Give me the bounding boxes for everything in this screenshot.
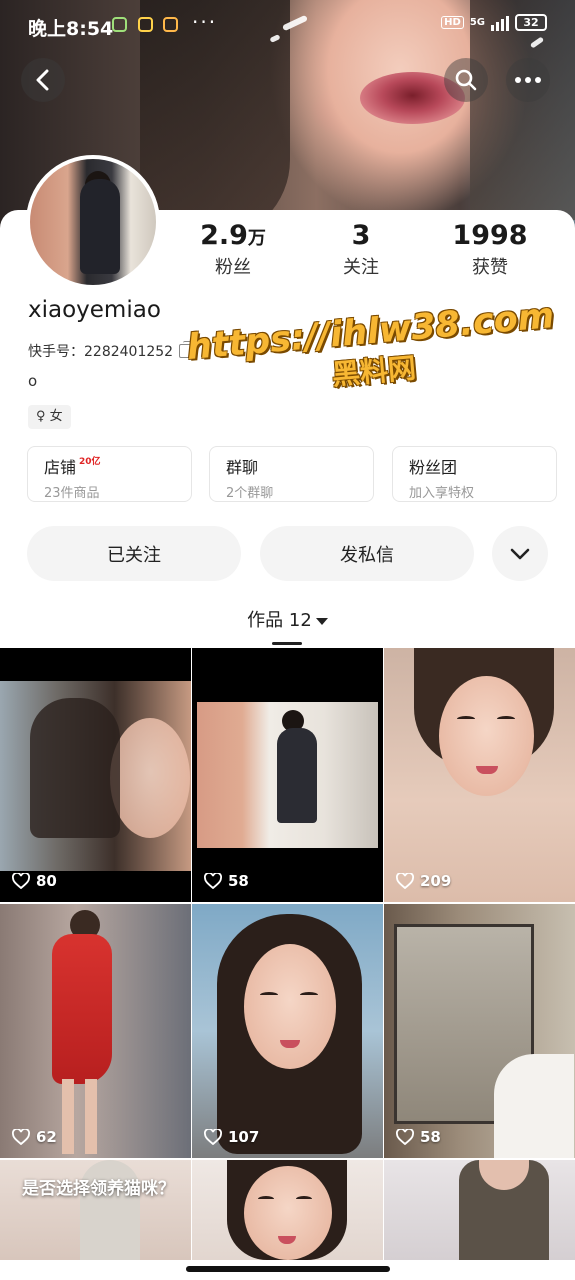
video-tile[interactable]: 58	[192, 648, 383, 902]
tile-likes: 107	[204, 1128, 259, 1146]
fan-club-entry[interactable]: 粉丝团 加入享特权	[392, 446, 557, 502]
more-notifications-icon: ···	[192, 10, 218, 34]
group-chat-subtitle: 2个群聊	[226, 486, 274, 501]
like-count: 62	[36, 1128, 57, 1146]
following-count: 3	[351, 220, 371, 251]
kuaishou-id-row[interactable]: 快手号：2282401252	[28, 341, 194, 361]
heart-icon	[204, 873, 222, 889]
bio-text: o	[28, 372, 38, 390]
video-tile[interactable]	[384, 1160, 575, 1260]
video-tile[interactable]: 是否选择领养猫咪？	[0, 1160, 191, 1260]
tile-likes: 62	[12, 1128, 57, 1146]
followers-stat[interactable]: 2.9万 粉丝	[173, 220, 293, 279]
network-type: 5G	[469, 17, 485, 28]
video-tile[interactable]: 107	[192, 904, 383, 1158]
back-button[interactable]	[21, 58, 65, 102]
search-icon	[455, 69, 477, 91]
heart-icon	[12, 873, 30, 889]
followers-label: 粉丝	[215, 257, 251, 278]
caret-down-icon	[315, 617, 328, 625]
app-notification-icon-2	[163, 17, 178, 32]
fan-club-title: 粉丝团	[409, 458, 458, 477]
shop-title: 店铺	[44, 458, 77, 477]
tile-likes: 58	[204, 872, 249, 890]
likes-label: 获赞	[472, 257, 508, 278]
chevron-down-icon	[510, 548, 530, 559]
more-options-button[interactable]	[506, 58, 550, 102]
video-tile[interactable]: 80	[0, 648, 191, 902]
send-message-button[interactable]: 发私信	[260, 526, 474, 581]
video-tile[interactable]: 62	[0, 904, 191, 1158]
shop-subtitle: 23件商品	[44, 486, 100, 501]
gender-tag: ♀ 女	[28, 405, 71, 429]
video-tile[interactable]: 209	[384, 648, 575, 902]
followers-unit: 万	[247, 228, 266, 249]
wechat-notification-icon	[112, 17, 127, 32]
like-count: 209	[420, 872, 452, 890]
followed-button[interactable]: 已关注	[27, 526, 241, 581]
status-bar: 晚上8:54 ··· HD 5G 32	[0, 0, 575, 50]
status-time: 晚上8:54	[28, 18, 114, 40]
tile-likes: 209	[396, 872, 451, 890]
heart-icon	[396, 1129, 414, 1145]
video-tile[interactable]	[192, 1160, 383, 1260]
works-tab-indicator	[272, 642, 302, 645]
like-count: 80	[36, 872, 57, 890]
signal-icon	[491, 15, 509, 31]
works-tab-label: 作品 12	[247, 610, 312, 631]
like-count: 107	[228, 1128, 260, 1146]
like-count: 58	[228, 872, 249, 890]
tile-likes: 58	[396, 1128, 441, 1146]
shop-entry[interactable]: 店铺 20亿 23件商品	[27, 446, 192, 502]
like-count: 58	[420, 1128, 441, 1146]
heart-icon	[396, 873, 414, 889]
app-notification-icon	[138, 17, 153, 32]
following-label: 关注	[343, 257, 379, 278]
shop-badge: 20亿	[79, 457, 101, 467]
likes-count: 1998	[452, 220, 528, 251]
tab-works[interactable]: 作品 12	[0, 606, 575, 632]
group-chat-entry[interactable]: 群聊 2个群聊	[209, 446, 374, 502]
expand-button[interactable]	[492, 526, 548, 581]
home-indicator[interactable]	[186, 1266, 390, 1272]
heart-icon	[204, 1129, 222, 1145]
video-tile[interactable]: 58	[384, 904, 575, 1158]
battery-indicator: 32	[515, 14, 547, 31]
avatar[interactable]	[26, 155, 160, 289]
tile-caption: 是否选择领养猫咪？	[22, 1179, 175, 1199]
likes-stat[interactable]: 1998 获赞	[430, 220, 550, 279]
following-stat[interactable]: 3 关注	[301, 220, 421, 279]
kuaishou-id: 快手号：2282401252	[28, 344, 174, 360]
fan-club-subtitle: 加入享特权	[409, 486, 475, 501]
chevron-left-icon	[36, 69, 49, 91]
heart-icon	[12, 1129, 30, 1145]
username: xiaoyemiao	[28, 297, 161, 323]
tile-likes: 80	[12, 872, 57, 890]
hd-indicator: HD	[441, 16, 464, 29]
more-horizontal-icon	[515, 77, 541, 83]
followers-count: 2.9	[200, 220, 248, 251]
group-chat-title: 群聊	[226, 458, 259, 477]
search-button[interactable]	[444, 58, 488, 102]
